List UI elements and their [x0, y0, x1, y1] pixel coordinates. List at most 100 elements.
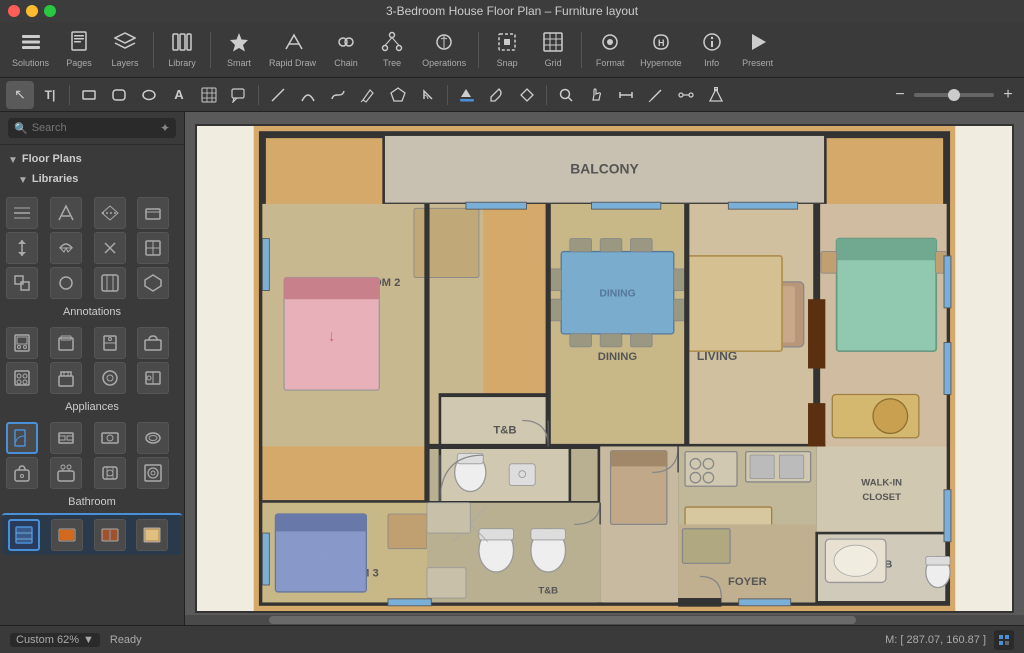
operations-icon	[433, 31, 455, 56]
tool-text-cursor[interactable]: T|	[36, 81, 64, 109]
toolbar-solutions[interactable]: Solutions	[6, 26, 55, 74]
lib-item[interactable]	[94, 197, 126, 229]
annotations-label: Annotations	[0, 303, 184, 323]
lib-item[interactable]	[137, 457, 169, 489]
lib-item[interactable]	[50, 267, 82, 299]
lib-item[interactable]	[50, 422, 82, 454]
tool-rounded-rect[interactable]	[105, 81, 133, 109]
lib-item[interactable]	[6, 362, 38, 394]
lib-item[interactable]	[94, 232, 126, 264]
toolbar-tree[interactable]: Tree	[370, 26, 414, 74]
toolbar-operations[interactable]: Operations	[416, 26, 472, 74]
tools-div-3	[447, 85, 448, 105]
tool-pen[interactable]	[354, 81, 382, 109]
lib-item[interactable]	[94, 362, 126, 394]
lib-item-selected[interactable]	[6, 422, 38, 454]
foyer-label: FOYER	[728, 576, 767, 588]
zoom-display[interactable]: Custom 62% ▼	[10, 633, 100, 647]
lib-item[interactable]	[94, 267, 126, 299]
toolbar-snap[interactable]: Snap	[485, 26, 529, 74]
tools-bar: ↖ T| A	[0, 78, 1024, 112]
lib-item[interactable]	[6, 457, 38, 489]
tool-eyedrop[interactable]	[483, 81, 511, 109]
zoom-minus[interactable]: −	[890, 85, 910, 105]
toolbar-rapid-draw[interactable]: Rapid Draw	[263, 26, 322, 74]
tool-ellipse[interactable]	[135, 81, 163, 109]
zoom-plus[interactable]: +	[998, 85, 1018, 105]
hypernote-icon: H	[650, 31, 672, 56]
lib-item[interactable]	[50, 232, 82, 264]
lib-item[interactable]	[6, 267, 38, 299]
statusbar: Custom 62% ▼ Ready M: [ 287.07, 160.87 ]	[0, 625, 1024, 653]
present-icon	[747, 31, 769, 56]
toolbar-layers[interactable]: Layers	[103, 26, 147, 74]
tool-transform[interactable]	[702, 81, 730, 109]
status-icon[interactable]	[994, 630, 1014, 650]
lib-item[interactable]	[6, 197, 38, 229]
tool-rect[interactable]	[75, 81, 103, 109]
canvas-area[interactable]: BALCONY BEDROOM 2 ↓	[185, 112, 1024, 625]
lib-item[interactable]	[137, 197, 169, 229]
lib-item-highlighted[interactable]	[8, 519, 40, 551]
tool-connect[interactable]	[672, 81, 700, 109]
toolbar-format[interactable]: Format	[588, 26, 632, 74]
tool-grid-text[interactable]	[195, 81, 223, 109]
lib-item[interactable]	[6, 232, 38, 264]
close-button[interactable]	[8, 5, 20, 17]
toolbar-smart[interactable]: Smart	[217, 26, 261, 74]
tool-shape[interactable]	[513, 81, 541, 109]
tool-angle[interactable]	[414, 81, 442, 109]
lib-item[interactable]	[94, 327, 126, 359]
lib-item[interactable]	[50, 197, 82, 229]
horizontal-scrollbar[interactable]	[185, 615, 1024, 625]
search-input[interactable]	[32, 122, 156, 134]
tool-select[interactable]: ↖	[6, 81, 34, 109]
appliances-label: Appliances	[0, 398, 184, 418]
lib-item[interactable]	[137, 362, 169, 394]
toolbar-pages[interactable]: Pages	[57, 26, 101, 74]
tool-line[interactable]	[264, 81, 292, 109]
minimize-button[interactable]	[26, 5, 38, 17]
tool-arc[interactable]	[294, 81, 322, 109]
lib-item[interactable]	[51, 519, 83, 551]
zoom-thumb	[948, 89, 960, 101]
magic-icon: ✦	[160, 121, 170, 135]
lib-item[interactable]	[137, 327, 169, 359]
toolbar-hypernote[interactable]: H Hypernote	[634, 26, 688, 74]
pages-icon	[69, 31, 89, 56]
lib-item[interactable]	[136, 519, 168, 551]
lib-item[interactable]	[50, 327, 82, 359]
lib-item[interactable]	[137, 267, 169, 299]
lib-item[interactable]	[137, 232, 169, 264]
titlebar: 3-Bedroom House Floor Plan – Furniture l…	[0, 0, 1024, 22]
tool-callout[interactable]	[225, 81, 253, 109]
lib-item[interactable]	[50, 362, 82, 394]
lib-item[interactable]	[94, 457, 126, 489]
tool-zoom[interactable]	[552, 81, 580, 109]
tool-text[interactable]: A	[165, 81, 193, 109]
lib-item[interactable]	[94, 519, 126, 551]
maximize-button[interactable]	[44, 5, 56, 17]
lib-item[interactable]	[94, 422, 126, 454]
tool-dimension[interactable]	[612, 81, 640, 109]
lib-item[interactable]	[6, 327, 38, 359]
search-wrap: 🔍 ✦	[8, 118, 176, 138]
pages-label: Pages	[66, 58, 92, 68]
tool-curve[interactable]	[324, 81, 352, 109]
lib-item[interactable]	[50, 457, 82, 489]
tool-pencil[interactable]	[642, 81, 670, 109]
toolbar-present[interactable]: Present	[736, 26, 780, 74]
traffic-lights	[8, 5, 56, 17]
zoom-slider[interactable]	[914, 93, 994, 97]
toolbar-info[interactable]: Info	[690, 26, 734, 74]
tool-fill[interactable]	[453, 81, 481, 109]
search-icon: 🔍	[14, 122, 28, 135]
floor-plans-section: ▼ Floor Plans ▼ Libraries	[0, 145, 184, 193]
zoom-bar: − +	[890, 85, 1018, 105]
toolbar-grid[interactable]: Grid	[531, 26, 575, 74]
toolbar-chain[interactable]: Chain	[324, 26, 368, 74]
tool-hand[interactable]	[582, 81, 610, 109]
lib-item[interactable]	[137, 422, 169, 454]
toolbar-library[interactable]: Library	[160, 26, 204, 74]
tool-polygon[interactable]	[384, 81, 412, 109]
